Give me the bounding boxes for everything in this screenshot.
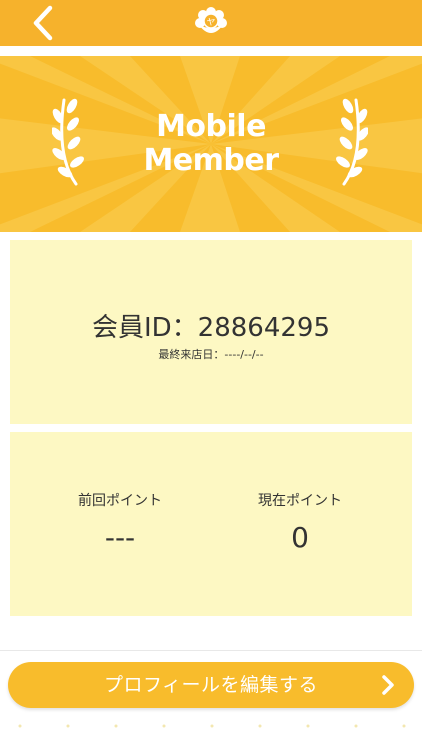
points-card: 前回ポイント --- 現在ポイント 0 bbox=[10, 432, 412, 616]
current-points-label: 現在ポイント bbox=[258, 493, 342, 509]
edit-profile-label: プロフィールを編集する bbox=[103, 674, 319, 696]
current-points-value: 0 bbox=[291, 521, 309, 554]
chevron-left-icon bbox=[33, 5, 53, 41]
member-id-card: 会員ID：28864295 最終来店日：----/--/-- bbox=[10, 240, 412, 424]
banner-title-line1: Mobile bbox=[156, 109, 266, 144]
flower-logo-icon: ヤ bbox=[193, 5, 229, 41]
banner-title: Mobile Member bbox=[0, 110, 422, 178]
member-banner: Mobile Member bbox=[0, 56, 422, 232]
last-visit-date: 最終来店日：----/--/-- bbox=[158, 348, 264, 361]
previous-points-value: --- bbox=[104, 521, 136, 554]
banner-title-line2: Member bbox=[143, 143, 279, 178]
back-button[interactable] bbox=[26, 4, 62, 42]
previous-points-label: 前回ポイント bbox=[78, 493, 162, 509]
logo-text: ヤ bbox=[206, 18, 215, 28]
divider bbox=[0, 650, 422, 651]
decorative-dots bbox=[18, 724, 406, 728]
edit-profile-button[interactable]: プロフィールを編集する bbox=[8, 662, 414, 708]
top-bar: ヤ bbox=[0, 0, 422, 46]
chevron-right-icon bbox=[382, 675, 394, 695]
member-id: 会員ID：28864295 bbox=[91, 313, 331, 343]
